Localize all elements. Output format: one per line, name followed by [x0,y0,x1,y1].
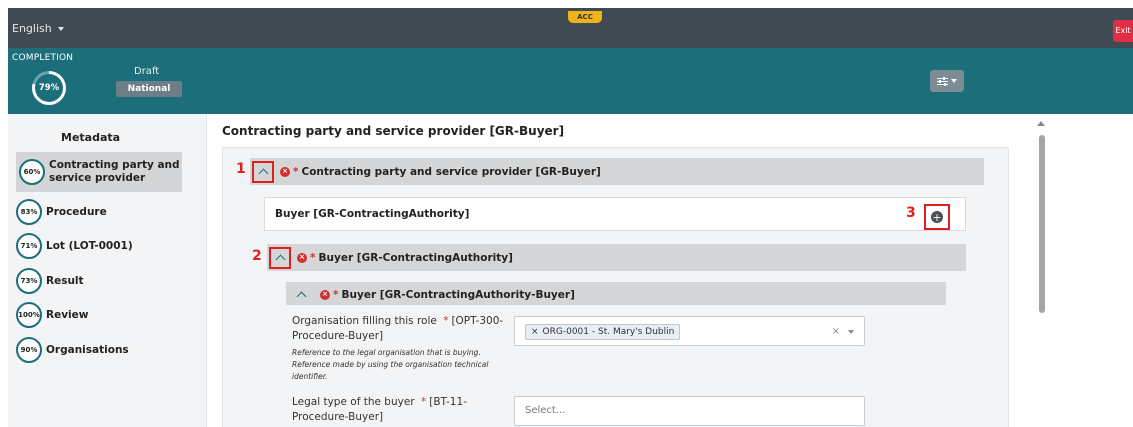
top-bar: English ACC Exit [8,8,1133,48]
sidebar-item-label: Procedure [46,206,107,218]
sidebar-title: Metadata [61,131,121,144]
chevron-up-icon [296,291,306,302]
section-header-label: Buyer [GR-ContractingAuthority] [318,251,513,264]
error-icon: × [280,166,290,177]
org-role-label: Organisation filling this role * [OPT-300… [292,314,507,344]
completion-label: COMPLETION [12,53,74,63]
page-title: Contracting party and service provider [… [222,124,565,138]
legal-type-field-id: [BT-11- [429,396,467,408]
sidebar-item-label: Organisations [46,344,129,356]
status-label: Draft [134,66,160,77]
settings-dropdown-button[interactable] [930,70,964,92]
plus-circle-icon: + [931,210,943,224]
selected-tag: × ORG-0001 - St. Mary's Dublin [525,324,681,340]
chevron-up-icon [275,254,285,265]
add-buyer-button[interactable]: + [924,204,950,230]
language-label: English [12,22,52,35]
scope-badge: National [116,81,182,97]
annotation-number-3: 3 [906,205,916,221]
org-role-field-id-line2: Procedure-Buyer] [292,330,384,342]
sidebar-item-label: Result [46,275,84,287]
legal-type-field-id-line2: Procedure-Buyer] [292,411,384,423]
chevron-down-icon [57,26,64,31]
sidebar-item-label-line1: Contracting party and [49,159,180,171]
annotation-number-2: 2 [252,248,262,264]
required-marker: * [293,165,299,178]
legal-type-select[interactable]: Select... [514,396,865,426]
sidebar-item-review[interactable]: 100% Review [16,302,182,328]
group-header-contracting-party: × * Contracting party and service provid… [250,158,984,185]
section-header-buyer: × * Buyer [GR-ContractingAuthority] [267,244,966,271]
org-role-field-id: [OPT-300- [451,315,504,327]
org-role-label-text: Organisation filling this role [292,315,437,327]
progress-badge: 73% [16,268,42,294]
progress-badge: 90% [16,337,42,363]
environment-badge: ACC [568,11,602,23]
exit-button[interactable]: Exit [1113,20,1133,42]
sliders-icon [937,76,948,86]
progress-badge: 83% [16,199,42,225]
completion-band: COMPLETION 79% Draft National [8,48,1133,114]
completion-percent: 79% [35,74,63,102]
progress-badge: 71% [16,233,42,259]
subsection-header-buyer: × * Buyer [GR-ContractingAuthority-Buyer… [286,282,946,307]
scroll-up-arrow-icon[interactable] [1037,121,1045,126]
org-role-help-line1: Reference to the legal organisation that… [292,348,481,357]
org-role-help-line3: identifier. [292,372,328,381]
clear-icon[interactable]: × [832,326,840,337]
select-controls: × [832,326,854,337]
buyer-collection-row: Buyer [GR-ContractingAuthority] [264,197,966,231]
progress-badge: 60% [19,159,45,185]
page: English ACC Exit COMPLETION 79% Draft Na… [0,0,1133,427]
scrollbar-thumb[interactable] [1039,135,1045,313]
chevron-down-icon[interactable] [848,329,854,334]
language-selector[interactable]: English [12,22,64,35]
selected-tag-label: ORG-0001 - St. Mary's Dublin [542,327,675,337]
completion-progress-ring: 79% [32,71,66,105]
collapse-toggle-subsection[interactable] [290,284,312,306]
sidebar-item-result[interactable]: 73% Result [16,268,182,294]
group-header-label: Contracting party and service provider [… [301,165,601,178]
chevron-up-icon [258,168,268,179]
collapse-toggle-buyer[interactable] [269,246,291,269]
buyer-row-label: Buyer [GR-ContractingAuthority] [275,208,470,220]
annotation-number-1: 1 [236,161,246,177]
sidebar-item-organisations[interactable]: 90% Organisations [16,337,182,363]
error-icon: × [297,252,307,263]
collapse-toggle-group[interactable] [252,160,274,183]
tag-remove-icon[interactable]: × [531,327,539,337]
required-marker: * [310,251,316,264]
legal-type-label-text: Legal type of the buyer [292,396,415,408]
sidebar-item-label: Contracting party and service provider [49,159,180,185]
org-role-select[interactable]: × ORG-0001 - St. Mary's Dublin × [514,316,865,346]
required-marker: * [420,396,427,408]
subsection-header-label: Buyer [GR-ContractingAuthority-Buyer] [341,288,575,301]
org-role-help-line2: Reference made by using the organisation… [292,360,489,369]
sidebar-item-procedure[interactable]: 83% Procedure [16,199,182,225]
progress-badge: 100% [16,302,42,328]
sidebar-item-contracting-party[interactable]: 60% Contracting party and service provid… [16,152,182,192]
sidebar-item-label: Lot (LOT-0001) [46,240,133,252]
sidebar-item-label: Review [46,309,89,321]
chevron-down-icon [951,79,957,83]
legal-type-label: Legal type of the buyer * [BT-11- Procedu… [292,395,507,425]
sidebar-item-lot[interactable]: 71% Lot (LOT-0001) [16,233,182,259]
sidebar-item-label-line2: service provider [49,172,146,184]
required-marker: * [443,315,449,327]
legal-type-placeholder: Select... [525,405,566,416]
required-marker: * [333,288,339,301]
org-role-help: Reference to the legal organisation that… [292,347,507,383]
error-icon: × [320,289,330,300]
